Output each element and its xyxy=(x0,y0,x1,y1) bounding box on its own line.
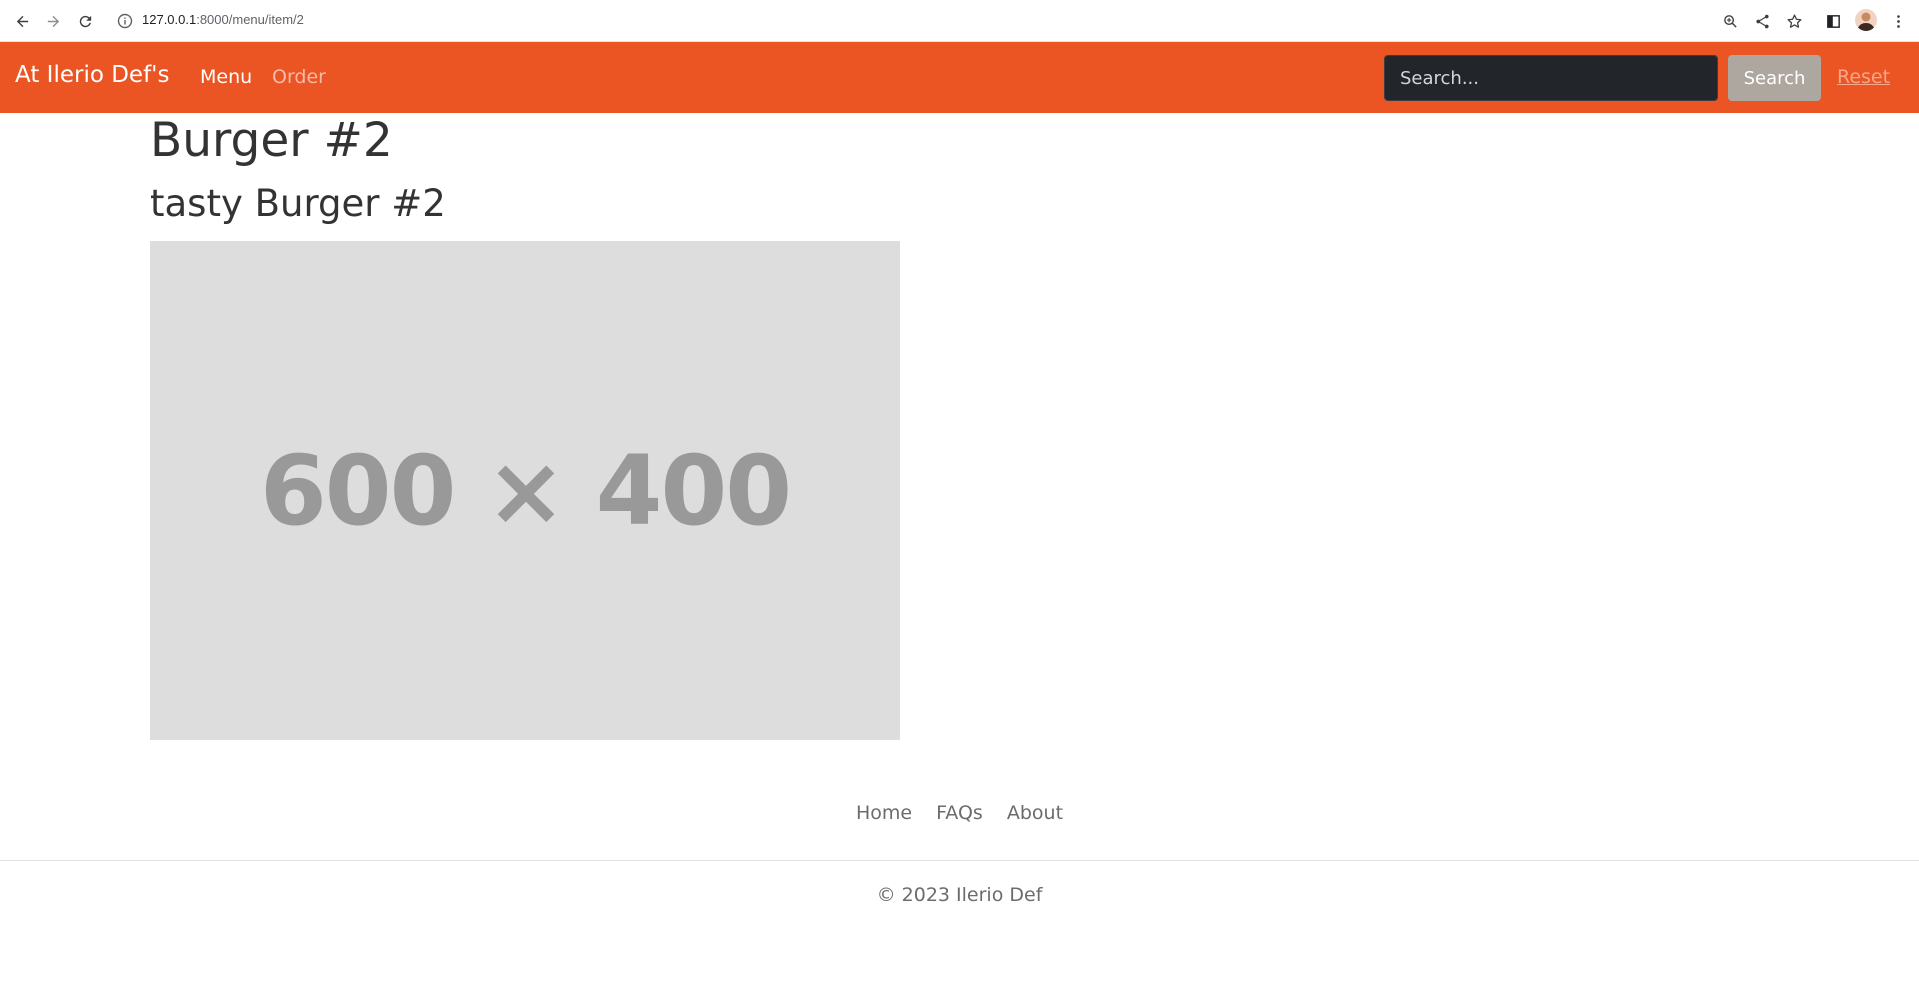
more-icon[interactable] xyxy=(1886,9,1910,33)
url-path: :8000/menu/item/2 xyxy=(196,12,304,27)
url-host: 127.0.0.1 xyxy=(142,12,197,27)
zoom-icon[interactable] xyxy=(1718,9,1742,33)
reset-link[interactable]: Reset xyxy=(1837,66,1890,88)
placeholder-dimensions: 600 × 400 xyxy=(259,434,792,547)
search-button[interactable]: Search xyxy=(1728,55,1821,101)
browser-toolbar: 127.0.0.1:8000/menu/item/2 xyxy=(0,0,1919,42)
share-icon[interactable] xyxy=(1750,9,1774,33)
item-description: tasty Burger #2 xyxy=(150,182,446,225)
navbar: At Ilerio Def's Menu Order Search Reset xyxy=(0,42,1919,113)
item-title: Burger #2 xyxy=(150,113,393,168)
nav-order-link[interactable]: Order xyxy=(272,66,326,88)
forward-icon[interactable] xyxy=(41,9,65,33)
item-image-placeholder: 600 × 400 xyxy=(150,241,900,740)
back-icon[interactable] xyxy=(10,9,34,33)
star-icon[interactable] xyxy=(1782,9,1806,33)
footer-home-link[interactable]: Home xyxy=(856,802,912,824)
footer-nav: Home FAQs About xyxy=(0,802,1919,824)
footer-faqs-link[interactable]: FAQs xyxy=(936,802,983,824)
reload-icon[interactable] xyxy=(73,9,97,33)
copyright: © 2023 Ilerio Def xyxy=(876,884,1043,906)
footer-divider xyxy=(0,860,1919,861)
search-input[interactable] xyxy=(1384,55,1718,101)
footer-about-link[interactable]: About xyxy=(1007,802,1063,824)
nav-menu-link[interactable]: Menu xyxy=(200,66,252,88)
brand-link[interactable]: At Ilerio Def's xyxy=(15,62,169,88)
sidebar-icon[interactable] xyxy=(1821,9,1845,33)
avatar[interactable] xyxy=(1855,9,1877,31)
info-icon[interactable] xyxy=(117,13,133,29)
address-bar[interactable]: 127.0.0.1:8000/menu/item/2 xyxy=(142,12,304,27)
